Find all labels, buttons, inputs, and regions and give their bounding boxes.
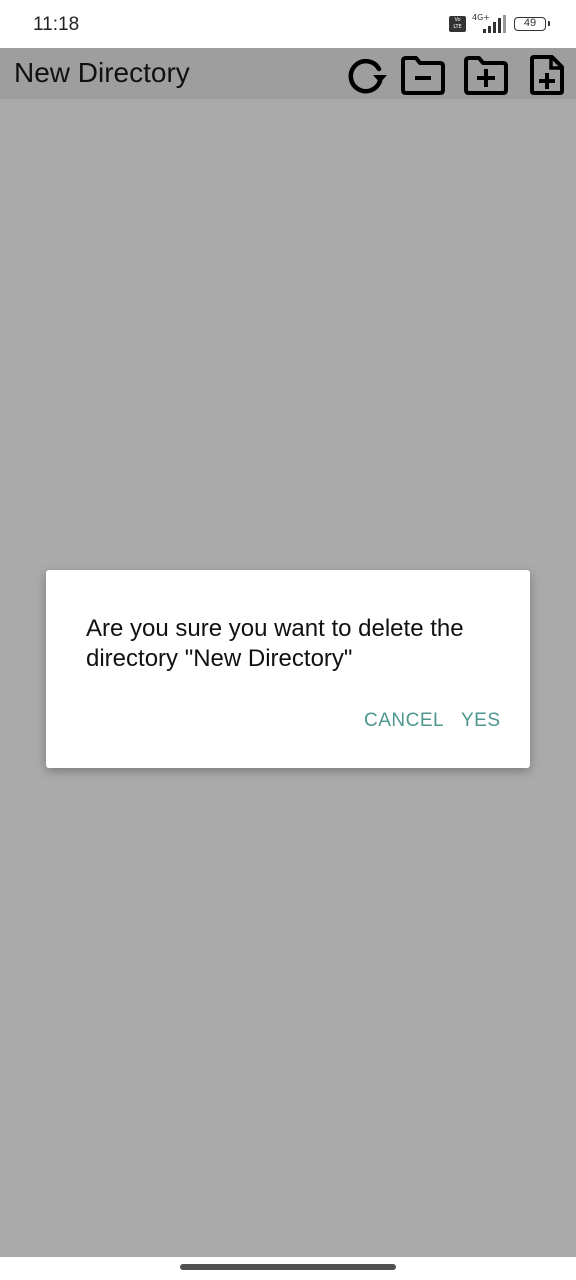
status-icons: Vo LTE 4G+ 49	[449, 13, 550, 34]
status-time: 11:18	[33, 14, 80, 35]
signal-icon: 4G+	[472, 13, 508, 34]
cancel-button[interactable]: CANCEL	[364, 710, 444, 732]
battery-level: 49	[523, 17, 537, 29]
file-plus-icon	[530, 55, 564, 95]
delete-directory-button[interactable]	[399, 53, 447, 97]
new-file-button[interactable]	[523, 53, 571, 97]
folder-plus-icon	[464, 56, 508, 95]
volte-icon: Vo LTE	[449, 16, 466, 32]
status-bar: 11:18 Vo LTE 4G+ 49	[0, 0, 576, 48]
home-indicator[interactable]	[180, 1264, 396, 1270]
page-title: New Directory	[14, 57, 190, 88]
app-bar: New Directory	[0, 48, 576, 99]
folder-minus-icon	[401, 56, 445, 95]
yes-button[interactable]: YES	[461, 710, 501, 732]
battery-icon: 49	[514, 17, 550, 31]
refresh-button[interactable]	[342, 53, 390, 97]
new-directory-button[interactable]	[462, 53, 510, 97]
navigation-bar	[0, 1257, 576, 1280]
refresh-icon	[348, 58, 387, 94]
dialog-message: Are you sure you want to delete the dire…	[86, 615, 464, 672]
delete-confirm-dialog: Are you sure you want to delete the dire…	[46, 570, 530, 768]
